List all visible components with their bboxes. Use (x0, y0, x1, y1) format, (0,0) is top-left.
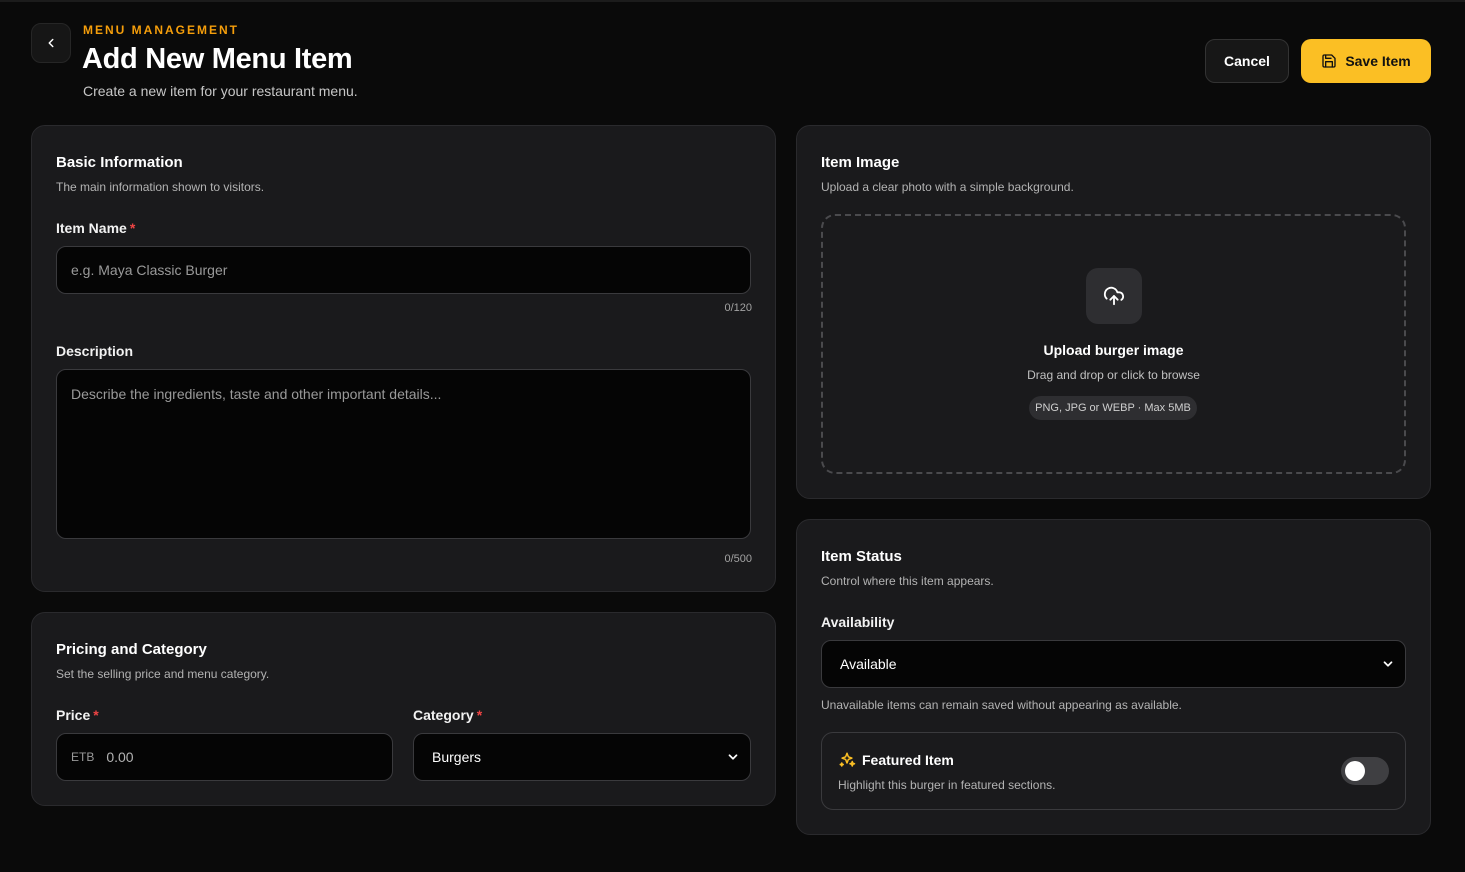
basic-information-title: Basic Information (56, 154, 183, 171)
price-placeholder: 0.00 (106, 749, 134, 765)
item-status-card: Item Status Control where this item appe… (796, 519, 1431, 835)
category-label-text: Category (413, 707, 474, 723)
save-item-label: Save Item (1345, 53, 1411, 69)
upload-icon-box (1086, 268, 1142, 324)
description-textarea[interactable] (56, 369, 751, 539)
back-button[interactable] (31, 23, 71, 63)
required-mark: * (476, 707, 483, 723)
cloud-upload-icon (1103, 286, 1124, 306)
page-title: Add New Menu Item (82, 43, 353, 75)
chevron-down-icon (1383, 661, 1393, 667)
description-counter: 0/500 (724, 553, 752, 565)
category-select[interactable]: Burgers (413, 733, 751, 781)
upload-hint: Drag and drop or click to browse (1027, 368, 1200, 382)
floppy-disk-icon (1322, 54, 1336, 68)
pricing-category-card: Pricing and Category Set the selling pri… (31, 612, 776, 806)
item-status-title: Item Status (821, 548, 902, 565)
item-image-card: Item Image Upload a clear photo with a s… (796, 125, 1431, 499)
category-label: Category * (413, 707, 482, 723)
page-subtitle: Create a new item for your restaurant me… (83, 83, 358, 99)
required-mark: * (93, 707, 99, 723)
item-image-description: Upload a clear photo with a simple backg… (821, 180, 1074, 194)
featured-item-row: Featured Item Highlight this burger in f… (821, 732, 1406, 810)
toggle-knob (1345, 761, 1365, 781)
upload-title: Upload burger image (1043, 342, 1184, 358)
price-label: Price * (56, 707, 99, 723)
availability-select[interactable]: Available (821, 640, 1406, 688)
page-eyebrow: MENU MANAGEMENT (83, 23, 239, 37)
upload-formats-badge: PNG, JPG or WEBP · Max 5MB (1029, 396, 1197, 420)
item-image-title: Item Image (821, 154, 900, 171)
price-input[interactable]: ETB 0.00 (56, 733, 393, 781)
image-dropzone[interactable]: Upload burger image Drag and drop or cli… (821, 214, 1406, 474)
item-name-label: Item Name * (56, 220, 135, 236)
pricing-category-description: Set the selling price and menu category. (56, 667, 270, 681)
availability-selected-value: Available (840, 656, 897, 672)
basic-information-description: The main information shown to visitors. (56, 180, 265, 194)
featured-item-toggle[interactable] (1341, 757, 1389, 785)
description-label: Description (56, 343, 134, 359)
item-name-counter: 0/120 (724, 302, 752, 314)
required-mark: * (129, 220, 136, 236)
chevron-down-icon (728, 754, 738, 760)
item-name-label-text: Item Name (56, 220, 127, 236)
price-label-text: Price (56, 707, 91, 723)
availability-help-text: Unavailable items can remain saved witho… (821, 698, 1182, 712)
save-item-button[interactable]: Save Item (1301, 39, 1431, 83)
top-border (0, 0, 1465, 2)
pricing-category-title: Pricing and Category (56, 641, 207, 658)
cancel-button[interactable]: Cancel (1205, 39, 1289, 83)
item-status-description: Control where this item appears. (821, 574, 994, 588)
item-name-input[interactable] (56, 246, 751, 294)
category-selected-value: Burgers (432, 749, 482, 765)
availability-label: Availability (821, 614, 895, 630)
currency-prefix: ETB (71, 750, 95, 764)
chevron-left-icon (48, 38, 54, 48)
sparkles-icon (839, 752, 856, 767)
featured-item-title: Featured Item (862, 752, 954, 768)
featured-item-description: Highlight this burger in featured sectio… (838, 778, 1056, 792)
basic-information-card: Basic Information The main information s… (31, 125, 776, 592)
